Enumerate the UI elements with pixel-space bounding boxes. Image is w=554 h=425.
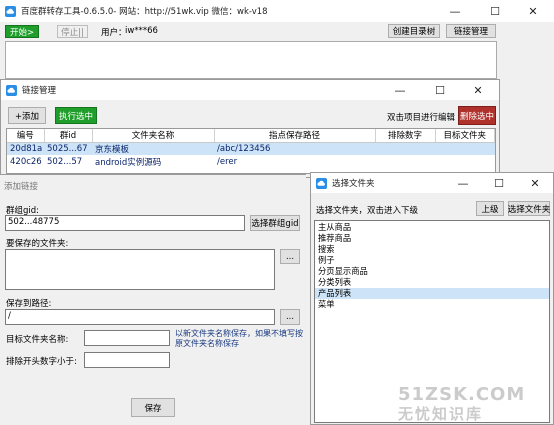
maximize-icon[interactable]: ☐ [421, 80, 459, 100]
close-icon[interactable]: ✕ [519, 173, 551, 193]
select-folder-button[interactable]: 选择文件夹 [508, 201, 550, 216]
list-item[interactable]: 菜单 [315, 299, 549, 310]
maximize-icon[interactable]: ☐ [476, 0, 514, 22]
minimize-icon[interactable]: — [381, 80, 419, 100]
target-name-hint: 以新文件夹名称保存，如果不填写按原文件夹名称保存 [175, 329, 303, 348]
folder-select-hint: 选择文件夹，双击进入下级 [316, 206, 419, 216]
cloud-app-icon [5, 5, 16, 17]
group-gid-input[interactable]: 502...48775 [5, 215, 245, 231]
save-path-input[interactable]: / [5, 309, 275, 325]
list-item-selected[interactable]: 产品列表 [315, 288, 549, 299]
row-gid: 502...57 [47, 156, 83, 167]
folder-select-titlebar: 选择文件夹 [311, 173, 553, 193]
row-exclude [375, 142, 435, 155]
execute-selected-button[interactable]: 执行选中 [55, 107, 97, 124]
add-link-window: 添加链接 群组gid: 502...48775 选择群组gid 要保存的文件夹:… [0, 174, 306, 425]
save-path-label: 保存到路径: [6, 299, 52, 309]
parent-folder-button[interactable]: 上级 [476, 201, 504, 216]
folder-select-title: 选择文件夹 [332, 179, 375, 189]
table-row[interactable]: 420c26 502...57 android实例源码 /erer [7, 155, 495, 168]
link-table[interactable]: 编号 群id 文件夹名称 指点保存路径 排除数字 目标文件夹 20d81a 50… [6, 128, 496, 174]
edit-hint-text: 双击项目进行编辑 [387, 113, 456, 123]
list-item[interactable]: 分类列表 [315, 277, 549, 288]
row-gid: 5025...67 [44, 142, 92, 155]
column-header[interactable]: 群id [44, 129, 93, 143]
row-folder: android实例源码 [95, 157, 162, 168]
minimize-icon[interactable]: — [447, 173, 479, 193]
minimize-icon[interactable]: — [436, 0, 474, 22]
create-tree-button[interactable]: 创建目录树 [388, 24, 440, 38]
row-folder: 京东模板 [92, 142, 214, 155]
list-item[interactable]: 例子 [315, 255, 549, 266]
exclude-input[interactable] [84, 352, 170, 368]
main-window-title: 百度群转存工具-0.6.5.0- 网站：http://51wk.vip 微信：w… [21, 7, 268, 17]
stop-button[interactable]: 停止|| [57, 25, 88, 38]
row-path: /erer [217, 156, 238, 167]
row-path: /abc/123456 [214, 142, 375, 155]
folder-input[interactable] [5, 249, 275, 290]
target-name-input[interactable] [84, 330, 170, 346]
close-icon[interactable]: ✕ [514, 0, 552, 22]
add-link-button[interactable]: +添加 [8, 107, 46, 124]
link-manager-button[interactable]: 链接管理 [446, 24, 496, 38]
row-target [435, 155, 495, 168]
watermark-brand: 无忧知识库 [398, 405, 484, 423]
row-exclude [375, 155, 435, 168]
row-id: 420c26 [10, 156, 42, 167]
row-id: 20d81a [7, 142, 44, 155]
table-header-row: 编号 群id 文件夹名称 指点保存路径 排除数字 目标文件夹 [7, 129, 495, 143]
list-item[interactable]: 推荐商品 [315, 233, 549, 244]
add-link-title: 添加链接 [4, 182, 39, 192]
main-content-area [5, 41, 497, 79]
watermark-domain: 51ZSK.COM [398, 384, 526, 405]
table-row[interactable]: 20d81a 5025...67 京东模板 /abc/123456 [7, 142, 495, 155]
link-manager-title: 链接管理 [22, 86, 57, 96]
folder-label: 要保存的文件夹: [6, 239, 69, 249]
save-button[interactable]: 保存 [131, 398, 175, 417]
list-item[interactable]: 分页显示商品 [315, 266, 549, 277]
start-button[interactable]: 开始> [5, 25, 39, 38]
list-item[interactable]: 主从商品 [315, 222, 549, 233]
link-manager-window: 链接管理 — ☐ ✕ +添加 执行选中 双击项目进行编辑 删除选中 编号 群id… [0, 79, 500, 178]
cloud-app-icon [6, 84, 17, 96]
row-target [435, 142, 495, 155]
user-value: iw***66 [125, 26, 158, 36]
browse-path-button[interactable]: ... [280, 309, 300, 325]
browse-folder-button[interactable]: ... [280, 249, 300, 264]
column-header[interactable]: 编号 [7, 129, 45, 143]
column-header[interactable]: 指点保存路径 [214, 129, 376, 143]
user-label: 用户： [101, 28, 127, 38]
delete-selected-button[interactable]: 删除选中 [458, 106, 496, 125]
list-item[interactable]: 搜索 [315, 244, 549, 255]
maximize-icon[interactable]: ☐ [483, 173, 515, 193]
column-header[interactable]: 文件夹名称 [92, 129, 215, 143]
select-group-button[interactable]: 选择群组gid [250, 215, 300, 231]
target-name-label: 目标文件夹名称: [6, 335, 69, 345]
close-icon[interactable]: ✕ [459, 80, 497, 100]
cloud-app-icon [316, 177, 327, 189]
exclude-label: 排除开头数字小于: [6, 357, 77, 367]
column-header[interactable]: 目标文件夹 [435, 129, 495, 143]
column-header[interactable]: 排除数字 [375, 129, 436, 143]
